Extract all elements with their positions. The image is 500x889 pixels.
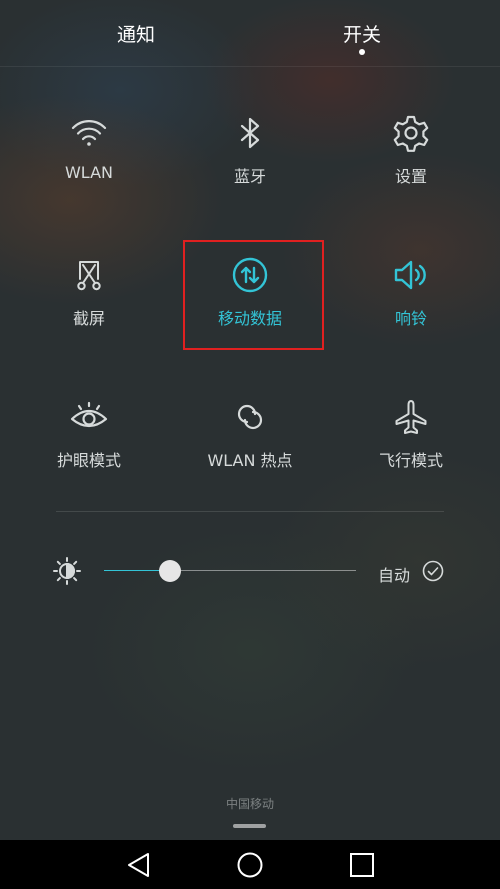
section-divider	[56, 511, 444, 512]
drag-handle[interactable]	[233, 824, 266, 828]
quick-settings-header: 通知 开关	[0, 0, 500, 67]
airplane-icon	[391, 397, 431, 437]
slider-thumb[interactable]	[159, 560, 181, 582]
highlight-box	[183, 240, 324, 350]
hotspot-icon	[230, 397, 270, 437]
navigation-bar	[0, 840, 500, 889]
toggle-label: 设置	[394, 167, 427, 186]
toggle-screenshot[interactable]: 截屏	[19, 245, 159, 345]
recent-apps-icon[interactable]	[347, 850, 377, 880]
tab-switches[interactable]: 开关	[343, 20, 381, 47]
toggle-label: 响铃	[394, 309, 427, 328]
toggle-label: 蓝牙	[233, 167, 266, 186]
toggle-label: WLAN	[64, 163, 113, 182]
toggle-label: 飞行模式	[378, 451, 443, 470]
wifi-icon	[69, 113, 109, 153]
active-tab-indicator	[359, 49, 365, 55]
bluetooth-icon	[230, 113, 270, 153]
carrier-name: 中国移动	[225, 797, 274, 811]
toggle-label: 截屏	[72, 309, 105, 328]
speaker-icon	[391, 255, 431, 295]
toggle-ringer[interactable]: 响铃	[341, 245, 481, 345]
toggle-airplane-mode[interactable]: 飞行模式	[341, 387, 481, 487]
auto-brightness-label: 自动	[378, 566, 411, 585]
tab-notifications[interactable]: 通知	[117, 20, 155, 47]
eye-icon	[69, 397, 109, 437]
toggle-label: 护眼模式	[56, 451, 121, 470]
toggle-settings[interactable]: 设置	[341, 103, 481, 203]
auto-brightness-checkbox[interactable]	[422, 560, 444, 582]
toggle-wlan-hotspot[interactable]: WLAN 热点	[180, 387, 320, 487]
toggle-eye-comfort[interactable]: 护眼模式	[19, 387, 159, 487]
screenshot-icon	[69, 255, 109, 295]
toggle-wlan[interactable]: WLAN	[19, 103, 159, 203]
check-icon	[422, 560, 444, 582]
back-icon[interactable]	[125, 850, 155, 880]
home-icon[interactable]	[235, 850, 265, 880]
brightness-slider[interactable]	[104, 555, 356, 587]
brightness-icon	[52, 556, 82, 586]
gear-icon	[391, 113, 431, 153]
toggle-label: WLAN 热点	[207, 451, 293, 470]
toggle-bluetooth[interactable]: 蓝牙	[180, 103, 320, 203]
